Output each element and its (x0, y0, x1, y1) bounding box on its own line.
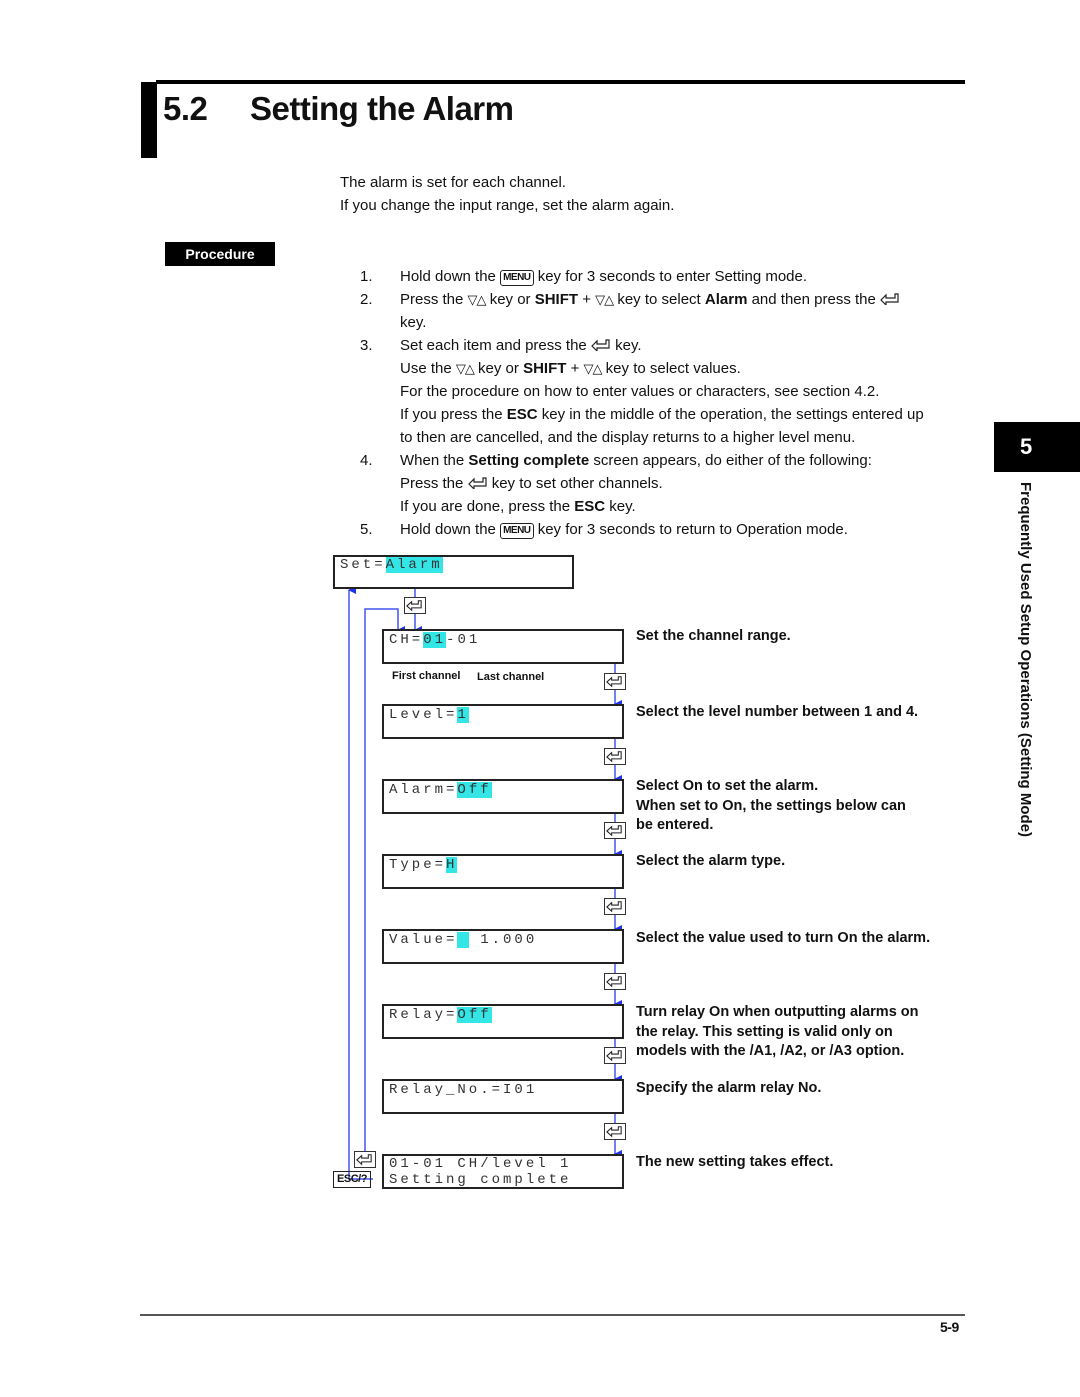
lcd-label: Relay= (389, 1007, 458, 1023)
lcd-label: Level= (389, 707, 458, 723)
lcd-label: Value= (389, 932, 458, 948)
lcd-value-number: 1.000 (468, 932, 538, 948)
lcd-label: CH= (389, 632, 424, 648)
desc-line: Select On to set the alarm. (636, 778, 819, 794)
lcd-level: Level=1 (382, 704, 624, 739)
chapter-tab: 5 (994, 422, 1080, 472)
desc-line: Turn relay On when outputting alarms on (636, 1004, 919, 1020)
lcd-selected-value: Off (457, 782, 492, 798)
lcd-label: Type= (389, 857, 447, 873)
lcd-line: Relay_No.=I01 (389, 1082, 538, 1098)
lcd-line: CH=01-01 (389, 632, 480, 648)
desc-channel-range: Set the channel range. (636, 628, 791, 644)
enter-key-icon (604, 1047, 626, 1064)
esc-key-icon: ESC/? (333, 1171, 371, 1188)
desc-alarm: Select On to set the alarm. When set to … (636, 777, 906, 836)
desc-value: Select the value used to turn On the ala… (636, 930, 931, 946)
lcd-selected-value: H (446, 857, 458, 873)
last-channel-caption: Last channel (477, 671, 545, 683)
enter-key-icon (354, 1151, 376, 1168)
enter-key-icon (604, 973, 626, 990)
lcd-set-alarm: Set=Alarm (333, 555, 574, 589)
desc-relay-no: Specify the alarm relay No. (636, 1080, 822, 1096)
lcd-relay: Relay=Off (382, 1004, 624, 1039)
lcd-line: Type=H (389, 857, 458, 873)
lcd-value: Value= 1.000 (382, 929, 624, 964)
lcd-alarm: Alarm=Off (382, 779, 624, 814)
desc-complete: The new setting takes effect. (636, 1154, 834, 1170)
lcd-line: Alarm=Off (389, 782, 492, 798)
lcd-line-1: 01-01 CH/level 1 (389, 1156, 572, 1172)
lcd-separator: - (446, 632, 458, 648)
loop-arrow-escape (348, 586, 373, 1180)
lcd-last-channel: 01 (457, 632, 481, 648)
lcd-line: Relay=Off (389, 1007, 492, 1023)
desc-line: the relay. This setting is valid only on (636, 1023, 893, 1040)
lcd-line: Value= 1.000 (389, 932, 537, 948)
lcd-first-channel: 01 (423, 632, 447, 648)
lcd-line: Set=Alarm (340, 557, 443, 573)
chapter-title-text: Frequently Used Setup Operations (Settin… (1017, 482, 1034, 838)
page-number: 5-9 (940, 1319, 959, 1335)
desc-line: models with the /A1, /A2, or /A3 option. (636, 1043, 905, 1059)
chapter-side-title: Frequently Used Setup Operations (Settin… (1012, 482, 1042, 862)
enter-key-icon (604, 898, 626, 915)
lcd-relay-no: Relay_No.=I01 (382, 1079, 624, 1114)
lcd-label: Set= (340, 557, 386, 573)
enter-key-icon (604, 748, 626, 765)
lcd-selected-value: 1 (457, 707, 469, 723)
lcd-channel-range: CH=01-01 (382, 629, 624, 664)
lcd-selected-value: Alarm (385, 557, 443, 573)
lcd-line: Level=1 (389, 707, 469, 723)
enter-key-icon (404, 597, 426, 614)
lcd-setting-complete: 01-01 CH/level 1 Setting complete (382, 1154, 624, 1189)
enter-key-icon (604, 673, 626, 690)
enter-key-icon (604, 822, 626, 839)
lcd-cursor (457, 932, 469, 948)
desc-line: be entered. (636, 817, 714, 833)
desc-level: Select the level number between 1 and 4. (636, 704, 919, 720)
desc-line: When set to On, the settings below can (636, 797, 906, 814)
lcd-type: Type=H (382, 854, 624, 889)
enter-key-icon (604, 1123, 626, 1140)
first-channel-caption: First channel (392, 670, 461, 682)
lcd-line-2: Setting complete (389, 1172, 572, 1188)
footer-rule (140, 1314, 965, 1316)
desc-relay: Turn relay On when outputting alarms on … (636, 1003, 919, 1062)
lcd-label: Alarm= (389, 782, 458, 798)
lcd-selected-value: Off (457, 1007, 492, 1023)
desc-type: Select the alarm type. (636, 853, 786, 869)
